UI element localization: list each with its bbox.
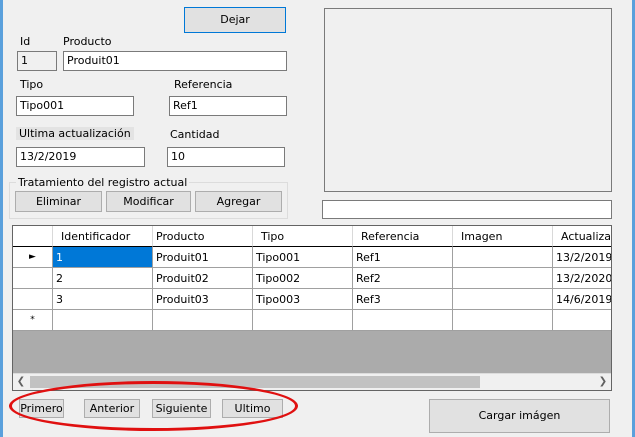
cantidad-label: Cantidad xyxy=(170,128,220,141)
grid-cell[interactable]: 13/2/2019 xyxy=(553,247,611,268)
grid-cell[interactable]: Ref1 xyxy=(353,247,453,268)
cantidad-field[interactable]: 10 xyxy=(167,147,285,167)
grid-cell[interactable]: Produit03 xyxy=(153,289,253,310)
grid-corner xyxy=(13,226,53,247)
grid-cell[interactable] xyxy=(453,268,553,289)
eliminar-button[interactable]: Eliminar xyxy=(15,191,102,212)
products-grid[interactable]: Identificador Producto Tipo Referencia I… xyxy=(12,225,612,391)
ultima-actualizacion-field[interactable]: 13/2/2019 xyxy=(16,147,145,167)
scroll-left-icon[interactable]: ❮ xyxy=(13,374,29,390)
image-path-field[interactable] xyxy=(322,200,612,219)
window-border-left xyxy=(0,0,3,437)
table-row-new[interactable]: * xyxy=(13,310,611,331)
dejar-button[interactable]: Dejar xyxy=(184,7,286,33)
table-row[interactable]: ► 1 Produit01 Tipo001 Ref1 13/2/2019 xyxy=(13,247,611,268)
grid-cell[interactable] xyxy=(53,310,153,331)
row-current-marker-icon[interactable]: ► xyxy=(13,247,53,268)
grid-cell[interactable]: Ref2 xyxy=(353,268,453,289)
image-preview xyxy=(324,8,612,192)
grid-cell[interactable]: Produit02 xyxy=(153,268,253,289)
grid-cell[interactable]: 1 xyxy=(53,247,153,268)
cargar-imagen-button[interactable]: Cargar imágen xyxy=(429,399,610,433)
tratamiento-group-title: Tratamiento del registro actual xyxy=(16,176,190,189)
referencia-label: Referencia xyxy=(174,78,233,91)
grid-cell[interactable]: 13/2/2020 xyxy=(553,268,611,289)
new-row-asterisk-icon[interactable]: * xyxy=(13,310,53,331)
scroll-right-icon[interactable]: ❯ xyxy=(595,374,611,390)
column-header-actualizacion[interactable]: Actualizaci xyxy=(553,226,611,247)
producto-label: Producto xyxy=(63,35,112,48)
id-label: Id xyxy=(20,35,31,48)
highlight-ellipse-annotation xyxy=(9,381,298,431)
grid-cell[interactable] xyxy=(553,310,611,331)
grid-cell[interactable]: 14/6/2019 xyxy=(553,289,611,310)
referencia-field[interactable]: Ref1 xyxy=(169,96,287,116)
grid-cell[interactable] xyxy=(453,310,553,331)
column-header-imagen[interactable]: Imagen xyxy=(453,226,553,247)
tipo-label: Tipo xyxy=(20,78,44,91)
table-row[interactable]: 3 Produit03 Tipo003 Ref3 14/6/2019 xyxy=(13,289,611,310)
grid-cell[interactable]: 2 xyxy=(53,268,153,289)
column-header-identificador[interactable]: Identificador xyxy=(53,226,153,247)
grid-cell[interactable]: Produit01 xyxy=(153,247,253,268)
row-header[interactable] xyxy=(13,268,53,289)
grid-header-row: Identificador Producto Tipo Referencia I… xyxy=(13,226,611,247)
column-header-producto[interactable]: Producto xyxy=(153,226,253,247)
grid-cell[interactable]: 3 xyxy=(53,289,153,310)
column-header-referencia[interactable]: Referencia xyxy=(353,226,453,247)
ultima-actualizacion-label: Ultima actualización xyxy=(16,127,134,140)
column-header-tipo[interactable]: Tipo xyxy=(253,226,353,247)
row-header[interactable] xyxy=(13,289,53,310)
grid-cell[interactable] xyxy=(253,310,353,331)
modificar-button[interactable]: Modificar xyxy=(106,191,191,212)
grid-cell[interactable]: Tipo003 xyxy=(253,289,353,310)
id-field[interactable]: 1 xyxy=(17,51,57,71)
producto-field[interactable]: Produit01 xyxy=(63,51,287,71)
grid-cell[interactable] xyxy=(153,310,253,331)
tipo-field[interactable]: Tipo001 xyxy=(16,96,134,116)
grid-cell[interactable]: Tipo002 xyxy=(253,268,353,289)
grid-cell[interactable] xyxy=(453,289,553,310)
grid-cell[interactable]: Ref3 xyxy=(353,289,453,310)
grid-cell[interactable]: Tipo001 xyxy=(253,247,353,268)
table-row[interactable]: 2 Produit02 Tipo002 Ref2 13/2/2020 xyxy=(13,268,611,289)
grid-cell[interactable] xyxy=(453,247,553,268)
grid-cell[interactable] xyxy=(353,310,453,331)
agregar-button[interactable]: Agregar xyxy=(195,191,282,212)
